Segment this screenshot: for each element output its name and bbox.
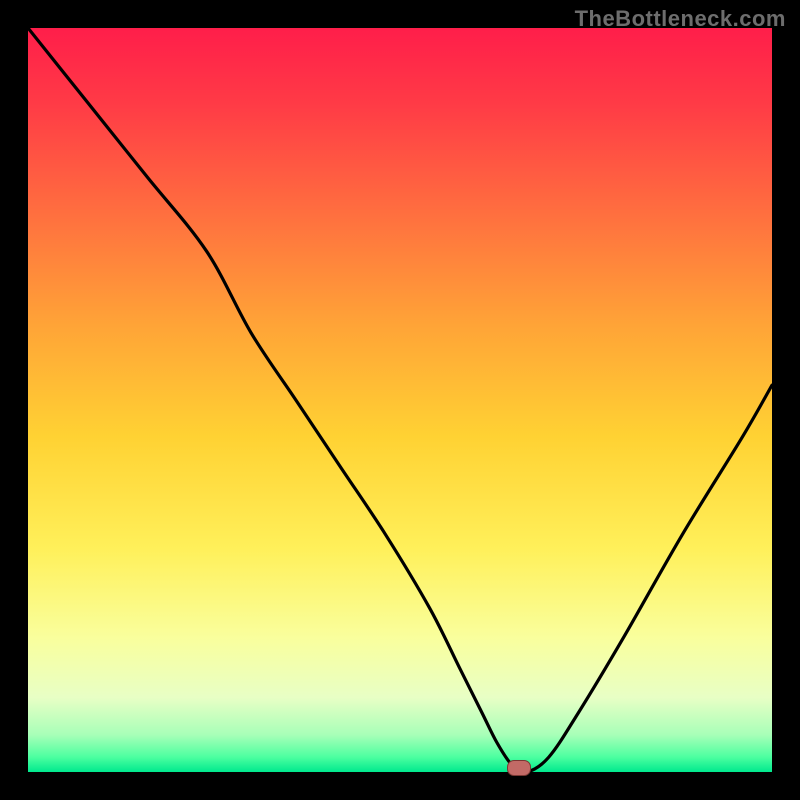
watermark-text: TheBottleneck.com <box>575 6 786 32</box>
chart-container: TheBottleneck.com <box>0 0 800 800</box>
plot-area <box>28 28 772 772</box>
bottleneck-curve <box>28 28 772 772</box>
optimal-point-marker <box>507 760 531 776</box>
